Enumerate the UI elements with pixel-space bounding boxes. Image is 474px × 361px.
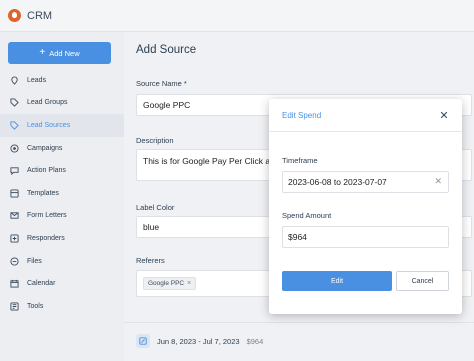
envelope-icon	[10, 211, 19, 220]
page-title: Add Source	[136, 44, 197, 56]
edit-spend-modal: Edit Spend ✕ Timeframe 2023-06-08 to 202…	[269, 99, 462, 314]
app-title: CRM	[27, 9, 53, 22]
sidebar-item-label: Action Plans	[27, 167, 66, 175]
sidebar-item-templates[interactable]: Templates	[0, 182, 124, 205]
spend-amount-input[interactable]: $964	[282, 226, 449, 248]
target-icon	[10, 144, 19, 153]
sidebar-item-action-plans[interactable]: Action Plans	[0, 159, 124, 182]
sidebar-item-label: Templates	[27, 189, 59, 197]
sidebar-item-label: Calendar	[27, 280, 56, 288]
referer-tag: Google PPC ×	[143, 277, 197, 290]
sidebar-item-label: Lead Sources	[27, 121, 71, 129]
folder-icon	[10, 256, 19, 266]
tools-icon	[10, 302, 19, 311]
add-new-label: Add New	[49, 48, 80, 58]
add-new-button[interactable]: + Add New	[8, 42, 111, 64]
description-label: Description	[136, 136, 174, 145]
tag-icon	[10, 121, 19, 130]
sidebar-item-lead-sources[interactable]: Lead Sources	[0, 114, 124, 137]
remove-tag-icon[interactable]: ×	[187, 280, 191, 287]
sidebar: + Add New Leads Lead Groups Lead Sources…	[0, 32, 124, 361]
chat-icon	[10, 166, 19, 176]
timeframe-input[interactable]: 2023-06-08 to 2023-07-07 ✕	[282, 171, 449, 193]
sidebar-item-campaigns[interactable]: Campaigns	[0, 137, 124, 160]
sidebar-item-label: Files	[27, 257, 42, 265]
sidebar-item-leads[interactable]: Leads	[0, 69, 124, 92]
timeframe-value: 2023-06-08 to 2023-07-07	[288, 177, 387, 187]
cancel-button[interactable]: Cancel	[396, 271, 449, 291]
sidebar-item-files[interactable]: Files	[0, 250, 124, 273]
modal-title: Edit Spend	[282, 110, 322, 120]
top-bar: CRM	[0, 0, 474, 32]
tag-icon	[10, 98, 19, 108]
sidebar-item-label: Form Letters	[27, 212, 67, 220]
edit-spend-icon[interactable]	[136, 334, 150, 348]
plus-icon: +	[39, 47, 46, 58]
close-icon[interactable]: ✕	[437, 108, 451, 122]
crm-logo-icon	[8, 9, 21, 22]
location-pin-icon	[10, 76, 19, 85]
edit-button[interactable]: Edit	[282, 271, 392, 291]
clear-icon[interactable]: ✕	[434, 176, 442, 187]
sidebar-item-responders[interactable]: Responders	[0, 227, 124, 250]
sidebar-item-tools[interactable]: Tools	[0, 295, 124, 318]
sidebar-item-label: Lead Groups	[27, 99, 68, 107]
source-name-label: Source Name *	[136, 79, 187, 88]
modal-header: Edit Spend ✕	[269, 99, 462, 132]
referer-tag-label: Google PPC	[148, 280, 185, 287]
sidebar-item-label: Campaigns	[27, 144, 63, 152]
calendar-icon	[10, 279, 19, 288]
sidebar-item-label: Tools	[27, 302, 44, 310]
label-color-label: Label Color	[136, 203, 175, 212]
sidebar-item-calendar[interactable]: Calendar	[0, 272, 124, 295]
sidebar-item-label: Responders	[27, 234, 65, 242]
responder-icon	[10, 234, 19, 243]
template-icon	[10, 189, 19, 198]
divider	[124, 322, 474, 323]
sidebar-item-lead-groups[interactable]: Lead Groups	[0, 92, 124, 115]
referers-label: Referers	[136, 256, 165, 265]
spend-row[interactable]: Jun 8, 2023 - Jul 7, 2023 $964	[136, 334, 263, 348]
spend-amount: $964	[246, 336, 264, 346]
spend-range: Jun 8, 2023 - Jul 7, 2023	[157, 336, 240, 346]
sidebar-item-label: Leads	[27, 76, 47, 84]
sidebar-item-form-letters[interactable]: Form Letters	[0, 205, 124, 228]
timeframe-label: Timeframe	[282, 156, 318, 165]
spend-amount-label: Spend Amount	[282, 211, 332, 220]
sidebar-nav: Leads Lead Groups Lead Sources Campaigns…	[0, 69, 124, 318]
